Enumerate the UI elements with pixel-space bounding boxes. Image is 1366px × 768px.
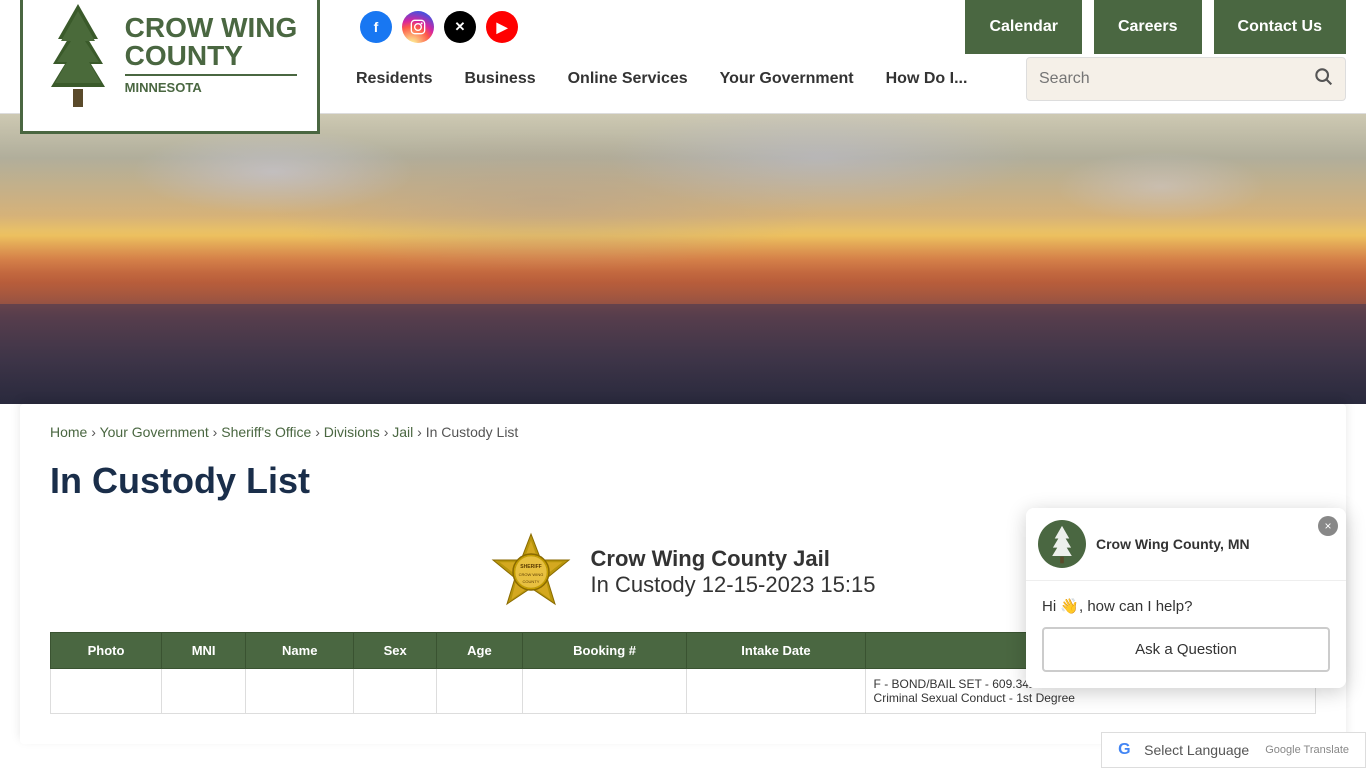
- cell-age: [437, 669, 523, 714]
- instagram-icon[interactable]: [402, 11, 434, 43]
- twitter-icon[interactable]: ✕: [444, 11, 476, 43]
- youtube-icon[interactable]: ▶: [486, 11, 518, 43]
- ask-question-button[interactable]: Ask a Question: [1042, 627, 1330, 672]
- cell-photo: [51, 669, 162, 714]
- cell-mni: [162, 669, 246, 714]
- charge-line-2: Criminal Sexual Conduct - 1st Degree: [874, 691, 1307, 705]
- breadcrumb-home[interactable]: Home: [50, 424, 87, 440]
- cell-sex: [354, 669, 437, 714]
- facebook-icon[interactable]: f: [360, 11, 392, 43]
- breadcrumb-your-government[interactable]: Your Government: [100, 424, 209, 440]
- careers-button[interactable]: Careers: [1094, 0, 1202, 54]
- search-button[interactable]: [1313, 66, 1333, 92]
- col-booking: Booking #: [522, 633, 687, 669]
- jail-text: Crow Wing County Jail In Custody 12-15-2…: [591, 546, 876, 598]
- search-input[interactable]: [1039, 70, 1313, 88]
- col-intake: Intake Date: [687, 633, 865, 669]
- jail-name: Crow Wing County Jail: [591, 546, 876, 572]
- hero-banner: [0, 114, 1366, 404]
- search-bar: [1026, 57, 1346, 101]
- translate-label[interactable]: Select Language: [1144, 742, 1249, 758]
- contact-button[interactable]: Contact Us: [1214, 0, 1346, 54]
- logo-line3: MINNESOTA: [125, 74, 298, 95]
- logo-tree-icon: [43, 0, 113, 109]
- cell-name: [246, 669, 354, 714]
- nav-residents[interactable]: Residents: [340, 62, 448, 96]
- breadcrumb-current: In Custody List: [426, 424, 519, 440]
- header-wrapper: f ✕ ▶ Calendar Careers Contact Us: [0, 0, 1366, 114]
- logo[interactable]: CROW WING COUNTY MINNESOTA: [20, 0, 320, 134]
- translate-bar: G Select Language Google Translate: [1101, 732, 1366, 768]
- logo-line1: CROW WING: [125, 14, 298, 42]
- cell-booking: [522, 669, 687, 714]
- nav-how-do-i[interactable]: How Do I...: [870, 62, 984, 96]
- nav-online-services[interactable]: Online Services: [552, 62, 704, 96]
- col-age: Age: [437, 633, 523, 669]
- nav-bar: CROW WING COUNTY MINNESOTA Residents Bus…: [0, 54, 1366, 114]
- calendar-button[interactable]: Calendar: [965, 0, 1081, 54]
- page-title: In Custody List: [50, 460, 1316, 502]
- breadcrumb-divisions[interactable]: Divisions: [324, 424, 380, 440]
- google-translate-text: Google Translate: [1265, 744, 1349, 756]
- chatbot-name: Crow Wing County, MN: [1096, 536, 1250, 552]
- breadcrumb: Home › Your Government › Sheriff's Offic…: [50, 424, 1316, 440]
- social-icons: f ✕ ▶: [360, 11, 518, 43]
- breadcrumb-jail[interactable]: Jail: [392, 424, 413, 440]
- col-name: Name: [246, 633, 354, 669]
- sheriff-badge-icon: SHERIFF CROW WING COUNTY: [491, 532, 571, 612]
- jail-date: In Custody 12-15-2023 15:15: [591, 572, 876, 598]
- google-icon: G: [1118, 741, 1136, 759]
- cell-intake: [687, 669, 865, 714]
- chatbot-avatar: [1038, 520, 1086, 568]
- col-mni: MNI: [162, 633, 246, 669]
- svg-text:SHERIFF: SHERIFF: [520, 564, 541, 570]
- col-sex: Sex: [354, 633, 437, 669]
- chatbot-widget: Crow Wing County, MN × Hi 👋, how can I h…: [1026, 508, 1346, 688]
- col-photo: Photo: [51, 633, 162, 669]
- breadcrumb-sheriffs-office[interactable]: Sheriff's Office: [221, 424, 311, 440]
- chatbot-close-button[interactable]: ×: [1318, 516, 1338, 536]
- chatbot-body: Hi 👋, how can I help? Ask a Question: [1026, 581, 1346, 688]
- nav-your-government[interactable]: Your Government: [704, 62, 870, 96]
- chatbot-header: Crow Wing County, MN ×: [1026, 508, 1346, 581]
- nav-business[interactable]: Business: [448, 62, 551, 96]
- svg-text:COUNTY: COUNTY: [522, 579, 539, 584]
- chatbot-greeting: Hi 👋, how can I help?: [1042, 597, 1330, 615]
- logo-line2: COUNTY: [125, 42, 298, 70]
- svg-text:CROW WING: CROW WING: [518, 572, 543, 577]
